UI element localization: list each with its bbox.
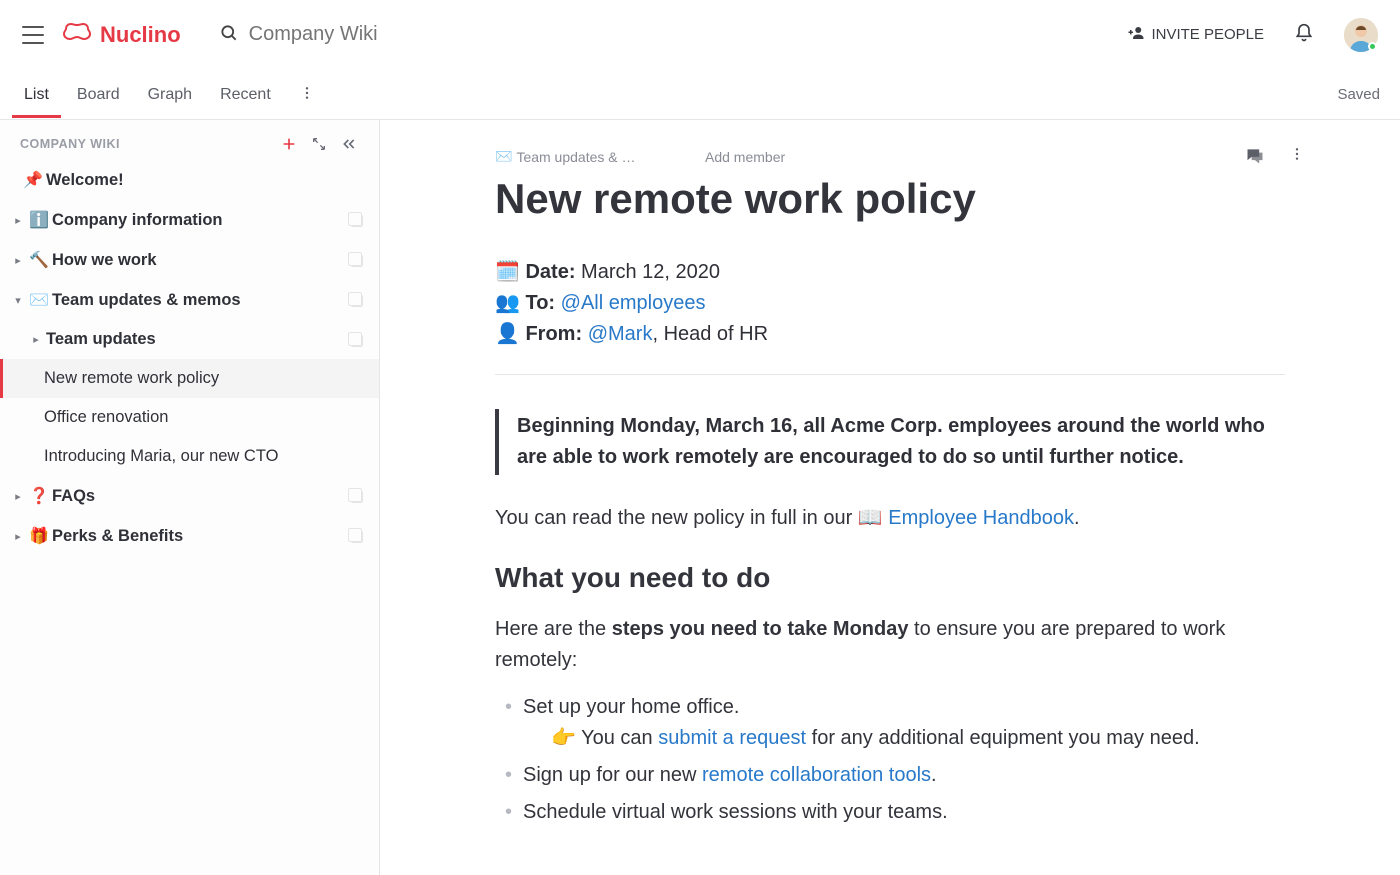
expand-icon: [311, 136, 327, 152]
person-add-icon: [1127, 24, 1145, 46]
plus-icon: [281, 136, 297, 152]
chevron-right-icon: ▸: [10, 490, 26, 503]
mention-mark[interactable]: @Mark: [588, 323, 653, 345]
stack-icon: [351, 489, 365, 503]
more-vert-icon: [1289, 146, 1305, 162]
doc-more-button[interactable]: [1289, 146, 1305, 170]
breadcrumb[interactable]: ✉️ Team updates & m…: [495, 148, 645, 165]
stack-icon: [351, 213, 365, 227]
divider: [495, 374, 1285, 375]
pin-icon: 📌: [22, 170, 44, 190]
user-avatar[interactable]: [1344, 18, 1378, 52]
sidebar: COMPANY WIKI 📌 Welcome! ▸ ℹ️ Company inf…: [0, 120, 380, 875]
tab-graph[interactable]: Graph: [148, 73, 192, 117]
link-submit-request[interactable]: submit a request: [658, 727, 806, 749]
invite-people-button[interactable]: INVITE PEOPLE: [1127, 24, 1264, 46]
invite-label: INVITE PEOPLE: [1151, 26, 1264, 43]
sidebar-title: COMPANY WIKI: [20, 137, 271, 151]
sidebar-item-faqs[interactable]: ▸ ❓ FAQs: [0, 476, 379, 516]
step-item: Set up your home office. 👉 You can submi…: [495, 692, 1285, 754]
envelope-icon: ✉️: [28, 290, 50, 310]
tab-more-button[interactable]: [299, 85, 315, 105]
menu-toggle-button[interactable]: [22, 26, 44, 44]
stack-icon: [351, 529, 365, 543]
search[interactable]: [219, 22, 547, 47]
pointing-icon: 👉: [551, 727, 576, 749]
hammer-icon: 🔨: [28, 250, 50, 270]
stack-icon: [351, 253, 365, 267]
policy-line: You can read the new policy in full in o…: [495, 503, 1285, 534]
sidebar-item-office-renovation[interactable]: Office renovation: [0, 398, 379, 437]
intro-line: Here are the steps you need to take Mond…: [495, 614, 1285, 676]
chevron-right-icon: ▸: [10, 214, 26, 227]
expand-button[interactable]: [307, 136, 331, 152]
brand-name: Nuclino: [100, 22, 181, 48]
steps-list: Set up your home office. 👉 You can submi…: [495, 692, 1285, 828]
notifications-button[interactable]: [1294, 23, 1314, 47]
presence-indicator: [1368, 42, 1377, 51]
callout: Beginning Monday, March 16, all Acme Cor…: [495, 409, 1285, 475]
book-icon: 📖: [858, 507, 883, 529]
sidebar-item-company-information[interactable]: ▸ ℹ️ Company information: [0, 200, 379, 240]
info-icon: ℹ️: [28, 210, 50, 230]
sidebar-item-team-updates[interactable]: ▸ Team updates: [0, 320, 379, 359]
step-item: Schedule virtual work sessions with your…: [495, 797, 1285, 828]
link-remote-tools[interactable]: remote collaboration tools: [702, 764, 931, 786]
meta-to: 👥 To: @All employees: [495, 290, 1285, 315]
sidebar-item-new-remote-work-policy[interactable]: New remote work policy: [0, 359, 379, 398]
person-icon: 👤: [495, 323, 520, 345]
tab-recent[interactable]: Recent: [220, 73, 271, 117]
step-sub: 👉 You can submit a request for any addit…: [523, 723, 1285, 754]
brain-icon: [62, 21, 92, 49]
chevron-right-icon: ▸: [10, 530, 26, 543]
chat-icon: [1245, 146, 1265, 166]
people-icon: 👥: [495, 292, 520, 314]
search-icon: [219, 23, 239, 47]
sidebar-item-team-updates-memos[interactable]: ▾ ✉️ Team updates & memos: [0, 280, 379, 320]
sidebar-header: COMPANY WIKI: [0, 120, 379, 160]
chevron-right-icon: ▸: [10, 254, 26, 267]
meta-date: 🗓️ Date: March 12, 2020: [495, 259, 1285, 284]
view-tabs: List Board Graph Recent Saved: [0, 70, 1400, 120]
add-page-button[interactable]: [277, 136, 301, 152]
more-vert-icon: [299, 85, 315, 101]
sidebar-item-introducing-maria[interactable]: Introducing Maria, our new CTO: [0, 437, 379, 476]
sidebar-item-how-we-work[interactable]: ▸ 🔨 How we work: [0, 240, 379, 280]
question-icon: ❓: [28, 486, 50, 506]
stack-icon: [351, 293, 365, 307]
comments-button[interactable]: [1245, 146, 1265, 170]
sidebar-item-perks-benefits[interactable]: ▸ 🎁 Perks & Benefits: [0, 516, 379, 556]
chevron-right-icon: ▸: [28, 333, 44, 346]
tab-list[interactable]: List: [24, 73, 49, 117]
step-item: Sign up for our new remote collaboration…: [495, 760, 1285, 791]
chevron-down-icon: ▾: [10, 294, 26, 307]
tab-board[interactable]: Board: [77, 73, 120, 117]
stack-icon: [351, 333, 365, 347]
collapse-sidebar-button[interactable]: [337, 136, 361, 152]
doc-metabar: ✉️ Team updates & m… Add member: [495, 148, 1285, 165]
gift-icon: 🎁: [28, 526, 50, 546]
chevrons-left-icon: [341, 136, 357, 152]
brand-logo[interactable]: Nuclino: [62, 21, 181, 49]
add-member-button[interactable]: Add member: [705, 149, 785, 165]
link-employee-handbook[interactable]: Employee Handbook: [888, 507, 1074, 529]
topbar: Nuclino INVITE PEOPLE: [0, 0, 1400, 70]
mention-all-employees[interactable]: @All employees: [561, 292, 706, 314]
saved-status: Saved: [1337, 86, 1380, 103]
bell-icon: [1294, 23, 1314, 43]
search-input[interactable]: [247, 22, 547, 47]
doc-title[interactable]: New remote work policy: [495, 175, 1285, 223]
envelope-icon: ✉️: [495, 148, 512, 165]
calendar-icon: 🗓️: [495, 261, 520, 283]
document-pane: ✉️ Team updates & m… Add member: [380, 120, 1400, 875]
section-what-you-need-to-do: What you need to do: [495, 562, 1285, 594]
meta-from: 👤 From: @Mark, Head of HR: [495, 321, 1285, 346]
sidebar-pin-welcome[interactable]: 📌 Welcome!: [0, 160, 379, 200]
